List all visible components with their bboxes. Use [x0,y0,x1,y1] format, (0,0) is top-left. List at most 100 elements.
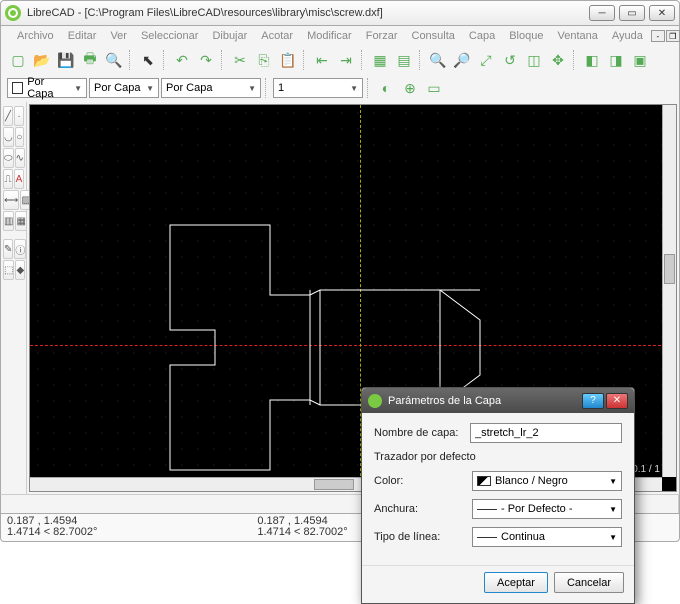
window-title: LibreCAD - [C:\Program Files\LibreCAD\re… [27,7,589,19]
dialog-title: Parámetros de la Capa [388,395,580,407]
zoom-prev2-button[interactable]: ↺ [499,49,521,71]
redo-button[interactable]: ↷ [195,49,217,71]
zoom-prev-button[interactable]: ⇤ [311,49,333,71]
vtool-arc[interactable]: ◡ [3,127,14,147]
zoom-next-button[interactable]: ⇥ [335,49,357,71]
zoom-window-button[interactable]: ◫ [523,49,545,71]
menu-archivo[interactable]: Archivo [11,28,60,44]
vtool-text[interactable]: A [14,169,24,189]
vtool-snap[interactable]: ◆ [15,260,25,280]
vtool-select[interactable]: ⬚ [3,260,14,280]
close-button[interactable]: ✕ [649,5,675,21]
vtool-modify[interactable]: ✎ [3,239,13,259]
width-label: Anchura: [374,503,464,515]
vtool-image[interactable]: ▥ [3,211,14,231]
separator [573,50,577,70]
grid-button[interactable]: ▦ [369,49,391,71]
menu-seleccionar[interactable]: Seleccionar [135,28,204,44]
color-select[interactable]: Blanco / Negro ▼ [472,471,622,491]
undo-button[interactable]: ↶ [171,49,193,71]
color-label: Color: [374,475,464,487]
cont-line-icon [477,537,497,538]
layer-name-input[interactable] [470,423,622,443]
scale-combo[interactable]: 1 ▼ [273,78,363,98]
menu-dibujar[interactable]: Dibujar [206,28,253,44]
rel-coords: 0.187 , 1.4594 1.4714 < 82.7002° [257,516,347,539]
cut-button[interactable]: ✂ [229,49,251,71]
fit-button[interactable]: ▭ [423,77,445,99]
cancel-button[interactable]: Cancelar [554,572,624,593]
minimize-button[interactable]: ─ [589,5,615,21]
print-preview-button[interactable]: 🔍 [103,49,125,71]
tool-a-button[interactable]: ◧ [581,49,603,71]
dialog-help-button[interactable]: ? [582,393,604,409]
tool-b-button[interactable]: ◨ [605,49,627,71]
dialog-logo-icon [368,394,382,408]
menu-bloque[interactable]: Bloque [503,28,549,44]
separator [163,50,167,70]
dialog-close-button[interactable]: ✕ [606,393,628,409]
menu-ver[interactable]: Ver [104,28,133,44]
vtool-point[interactable]: · [14,106,24,126]
draft-button[interactable]: ▤ [393,49,415,71]
bw-button[interactable]: ◐ [375,77,397,99]
color-swatch-icon [12,82,23,94]
line-swatch-icon [477,509,497,510]
copy-button[interactable]: ⎘ [253,49,275,71]
menu-acotar[interactable]: Acotar [255,28,299,44]
menu-ventana[interactable]: Ventana [551,28,603,44]
tool-c-button[interactable]: ▣ [629,49,651,71]
accept-button[interactable]: Aceptar [484,572,548,593]
vtool-ellipse[interactable]: ⬭ [3,148,14,168]
menu-forzar[interactable]: Forzar [360,28,404,44]
menu-consulta[interactable]: Consulta [406,28,461,44]
menu-modificar[interactable]: Modificar [301,28,358,44]
menu-editar[interactable]: Editar [62,28,103,44]
width-select[interactable]: - Por Defecto - ▼ [472,499,622,519]
center-button[interactable]: ⊕ [399,77,421,99]
pointer-button[interactable]: ⬉ [137,49,159,71]
open-button[interactable]: 📂 [31,49,53,71]
default-pen-section: Trazador por defecto [374,451,622,463]
layer-name-label: Nombre de capa: [374,427,462,439]
zoom-out-button[interactable]: 🔎 [451,49,473,71]
vtool-dim[interactable]: ⟷ [3,190,19,210]
zoom-auto-button[interactable]: ⤢ [475,49,497,71]
zoom-indicator: 0.1 / 1 [632,464,660,475]
width-select-value: - Por Defecto - [501,503,573,515]
vtool-block[interactable]: ▦ [15,211,26,231]
mdi-restore-button[interactable]: ❐ [666,30,680,42]
separator [129,50,133,70]
zoom-pan-button[interactable]: ✥ [547,49,569,71]
menu-ayuda[interactable]: Ayuda [606,28,649,44]
separator [419,50,423,70]
linetype-select-value: Continua [501,531,545,543]
width-combo[interactable]: Por Capa ▼ [89,78,159,98]
vtool-line[interactable]: ╱ [3,106,13,126]
color-combo[interactable]: Por Capa ▼ [7,78,87,98]
maximize-button[interactable]: ▭ [619,5,645,21]
linetype-select[interactable]: Continua ▼ [472,527,622,547]
linetype-combo[interactable]: Por Capa ▼ [161,78,261,98]
paste-button[interactable]: 📋 [277,49,299,71]
menu-capa[interactable]: Capa [463,28,501,44]
color-select-value: Blanco / Negro [495,475,568,487]
dialog-titlebar[interactable]: Parámetros de la Capa ? ✕ [362,388,634,413]
status-message [1,495,381,513]
left-toolbar: ╱· ◡○ ⬭∿ ⎍A ⟷▨ ▥▦ ✎ⓘ ⬚◆ [1,102,27,494]
vtool-circle[interactable]: ○ [15,127,24,147]
vtool-info[interactable]: ⓘ [14,239,26,259]
main-area: ╱· ◡○ ⬭∿ ⎍A ⟷▨ ▥▦ ✎ⓘ ⬚◆ 0.1 / 1 [0,102,680,494]
separator [265,78,269,98]
vertical-scrollbar[interactable] [662,105,676,477]
vtool-polyline[interactable]: ⎍ [3,169,13,189]
linetype-label: Tipo de línea: [374,531,464,543]
mdi-minimize-button[interactable]: - [651,30,665,42]
zoom-in-button[interactable]: 🔍 [427,49,449,71]
new-button[interactable]: ▢ [7,49,29,71]
print-button[interactable]: 🖶 [79,49,101,71]
scale-value: 1 [278,82,284,94]
color-value: Por Capa [27,76,70,100]
vtool-spline[interactable]: ∿ [15,148,25,168]
save-button[interactable]: 💾 [55,49,77,71]
